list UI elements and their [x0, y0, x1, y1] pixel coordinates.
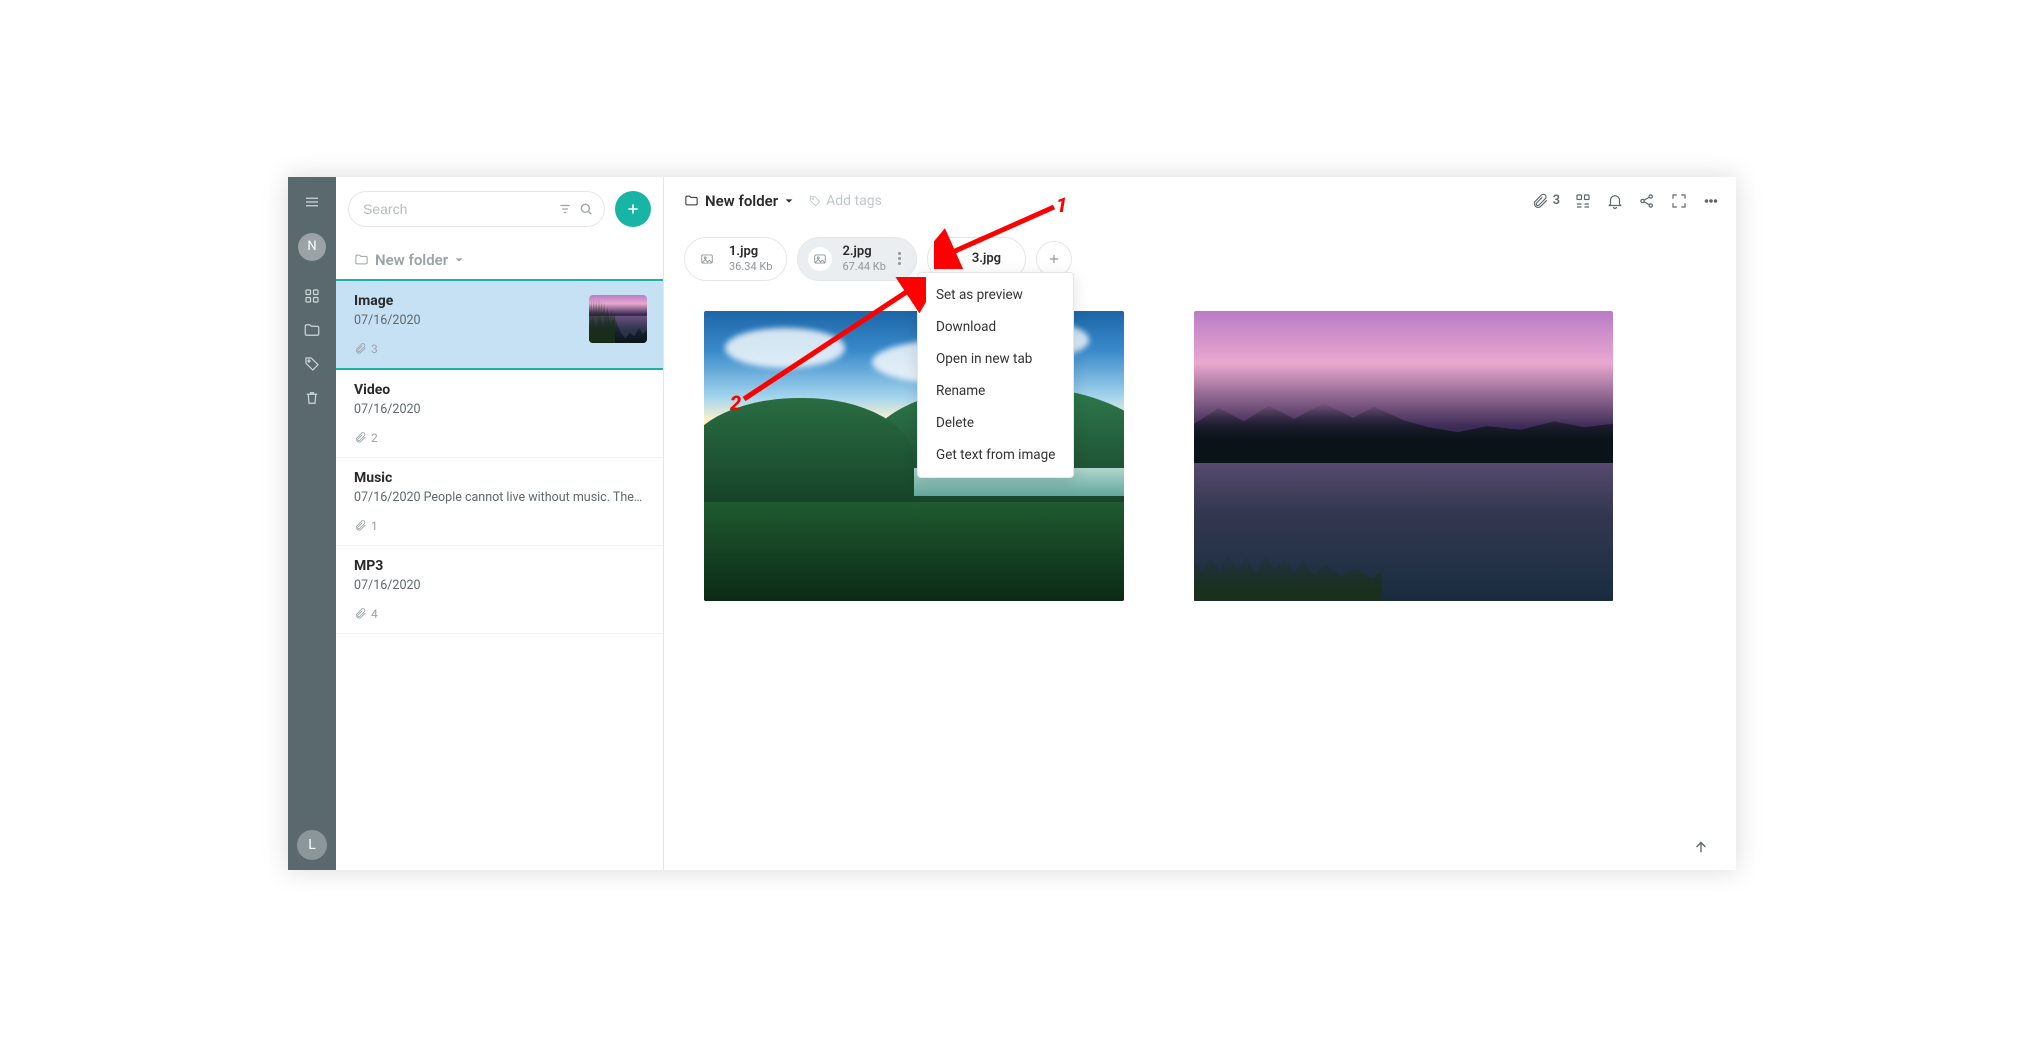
list-item-title: Video: [354, 382, 647, 398]
image-icon: [808, 247, 832, 271]
breadcrumb-label: New folder: [705, 192, 778, 210]
search-icon[interactable]: [578, 201, 594, 217]
add-button[interactable]: [615, 191, 651, 227]
image-icon: [938, 247, 962, 271]
ctx-delete[interactable]: Delete: [918, 407, 1073, 439]
search-input-wrap[interactable]: [348, 191, 605, 227]
trash-icon[interactable]: [295, 381, 329, 415]
tag-icon[interactable]: [295, 347, 329, 381]
attachment-icon: [354, 519, 367, 532]
list-item-attachments: 2: [354, 431, 647, 445]
main-pane: New folder Add tags 3: [664, 177, 1736, 870]
hamburger-icon[interactable]: [295, 185, 329, 219]
ctx-get-text[interactable]: Get text from image: [918, 439, 1073, 471]
icon-rail: N L: [288, 177, 336, 870]
list-item-attachments: 3: [354, 342, 579, 356]
gallery-image[interactable]: [1194, 311, 1614, 601]
bell-icon[interactable]: [1606, 192, 1624, 210]
workspace-avatar[interactable]: N: [298, 233, 326, 261]
ctx-open-new-tab[interactable]: Open in new tab: [918, 343, 1073, 375]
list-item[interactable]: Video 07/16/2020 2: [336, 370, 663, 458]
context-menu: Set as preview Download Open in new tab …: [917, 272, 1074, 478]
ctx-rename[interactable]: Rename: [918, 375, 1073, 407]
search-input[interactable]: [363, 201, 552, 217]
sidebar: New folder Image 07/16/2020 3: [336, 177, 664, 870]
list-item-title: Music: [354, 470, 647, 486]
list-item-attachments: 4: [354, 607, 647, 621]
list-item[interactable]: Image 07/16/2020 3: [336, 279, 663, 370]
filter-icon[interactable]: [558, 202, 572, 216]
list-item[interactable]: MP3 07/16/2020 4: [336, 546, 663, 634]
sidebar-folder-label: New folder: [375, 251, 448, 269]
attachment-count[interactable]: 3: [1531, 192, 1560, 210]
list-item-date: 07/16/2020: [354, 402, 647, 417]
breadcrumb[interactable]: New folder: [684, 192, 794, 210]
note-list: Image 07/16/2020 3 Video 07/16/2020: [336, 279, 663, 870]
list-item-attachments: 1: [354, 519, 647, 533]
ctx-set-as-preview[interactable]: Set as preview: [918, 279, 1073, 311]
attachment-chip[interactable]: 2.jpg 67.44 Kb: [797, 237, 916, 281]
add-tags-button[interactable]: Add tags: [808, 193, 882, 209]
more-icon[interactable]: [1702, 192, 1720, 210]
folder-icon[interactable]: [295, 313, 329, 347]
share-icon[interactable]: [1638, 192, 1656, 210]
list-item-date: 07/16/2020: [354, 313, 579, 328]
list-item-title: Image: [354, 293, 579, 309]
layout-icon[interactable]: [1574, 192, 1592, 210]
attachment-chip[interactable]: 1.jpg 36.34 Kb: [684, 237, 787, 281]
list-item[interactable]: Music 07/16/2020 People cannot live with…: [336, 458, 663, 546]
expand-icon[interactable]: [1670, 192, 1688, 210]
list-item-date: 07/16/2020 People cannot live without mu…: [354, 490, 647, 505]
attachment-icon: [354, 431, 367, 444]
attachment-icon: [354, 607, 367, 620]
attachment-chips: 1.jpg 36.34 Kb 2.jpg 67.44 Kb 3.jpg: [664, 225, 1736, 289]
ctx-download[interactable]: Download: [918, 311, 1073, 343]
image-icon: [695, 247, 719, 271]
gallery[interactable]: [664, 289, 1724, 870]
sidebar-folder-select[interactable]: New folder: [336, 237, 663, 279]
attachment-icon: [354, 342, 367, 355]
list-item-title: MP3: [354, 558, 647, 574]
chip-more-icon[interactable]: [898, 252, 902, 265]
scroll-top-button[interactable]: [1692, 838, 1710, 856]
attachment-icon: [1531, 192, 1549, 210]
dashboard-icon[interactable]: [295, 279, 329, 313]
list-item-date: 07/16/2020: [354, 578, 647, 593]
user-avatar[interactable]: L: [297, 830, 327, 860]
main-header: New folder Add tags 3: [664, 177, 1736, 225]
list-item-thumbnail: [589, 295, 647, 343]
